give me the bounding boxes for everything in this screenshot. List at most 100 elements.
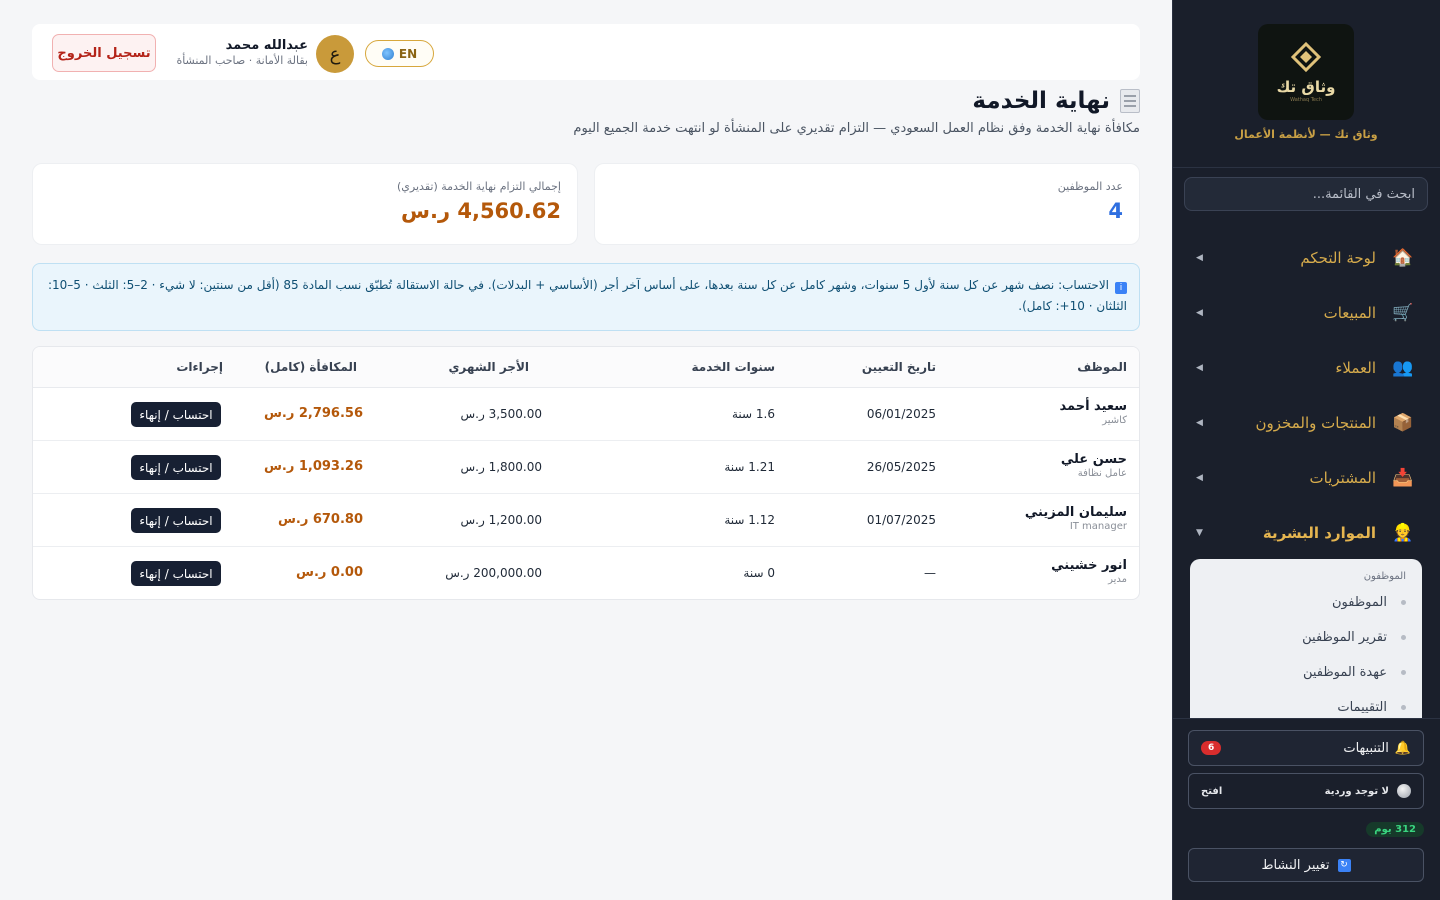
reward-cell: 1,093.26 ر.س: [263, 459, 363, 474]
sidebar-item-dashboard[interactable]: 🏠 لوحة التحكم ◀: [1184, 238, 1428, 278]
shift-status-label: لا توجد وردية: [1324, 785, 1389, 797]
table-row: حسن علي عامل نظافة 26/05/2025 1.21 سنة 1…: [33, 441, 1139, 494]
salary-cell: 1,800.00 ر.س: [460, 460, 542, 474]
service-years-cell: 1.6 سنة: [731, 407, 775, 421]
language-toggle-button[interactable]: EN: [365, 40, 434, 67]
submenu-item-employee-custody[interactable]: عهدة الموظفين: [1303, 665, 1406, 680]
switch-activity-button[interactable]: ↻ تغيير النشاط: [1188, 848, 1424, 882]
alerts-count-badge: 6: [1201, 741, 1222, 755]
total-liability-label: إجمالي التزام نهاية الخدمة (تقديري): [397, 180, 561, 193]
user-name: عبدالله محمد: [225, 38, 308, 53]
sidebar: وثاق تك Wathaq Tech وثاق تك — لأنظمة الأ…: [1172, 0, 1440, 900]
employee-role: عامل نظافة: [1077, 468, 1127, 479]
sidebar-item-label: المشتريات: [1309, 469, 1376, 487]
page-title: نهاية الخدمة: [972, 88, 1110, 114]
sidebar-item-products-inventory[interactable]: 📦 المنتجات والمخزون ◀: [1184, 403, 1428, 443]
employee-name[interactable]: انور خشيني: [1051, 558, 1127, 573]
submenu-item-label: تقرير الموظفين: [1302, 630, 1387, 645]
calculate-terminate-button[interactable]: احتساب / إنهاء: [131, 508, 221, 533]
submenu-item-evaluations[interactable]: التقييمات: [1337, 700, 1406, 715]
employee-name[interactable]: حسن علي: [1061, 452, 1127, 467]
logo-mark-icon: [1290, 41, 1322, 72]
sidebar-divider: [1172, 167, 1440, 168]
calculation-info-text: الاحتساب: نصف شهر عن كل سنة لأول 5 سنوات…: [47, 278, 1127, 313]
employee-cell: انور خشيني مدير: [1051, 558, 1127, 585]
header-service-years: سنوات الخدمة: [691, 360, 775, 374]
avatar[interactable]: ع: [316, 35, 354, 73]
employee-role: مدير: [1108, 574, 1127, 585]
submenu-group-title: الموظفون: [1363, 571, 1406, 582]
logo-subtext: Wathaq Tech: [1290, 96, 1322, 103]
top-header: تسجيل الخروج عبدالله محمد بقالة الأمانة …: [32, 24, 1140, 80]
service-years-cell: 1.21 سنة: [724, 460, 775, 474]
calculate-terminate-button[interactable]: احتساب / إنهاء: [131, 561, 221, 586]
users-icon: 👥: [1392, 358, 1414, 378]
employee-name[interactable]: سعيد أحمد: [1059, 399, 1127, 414]
worker-icon: 👷: [1392, 523, 1414, 543]
calculate-terminate-button[interactable]: احتساب / إنهاء: [131, 402, 221, 427]
sidebar-item-purchases[interactable]: 📥 المشتريات ◀: [1184, 458, 1428, 498]
submenu-item-employees-report[interactable]: تقرير الموظفين: [1302, 630, 1406, 645]
sidebar-item-label: الموارد البشرية: [1262, 524, 1376, 542]
sidebar-item-sales[interactable]: 🛒 المبيعات ◀: [1184, 293, 1428, 333]
chevron-left-icon: ◀: [1196, 473, 1203, 483]
chevron-left-icon: ◀: [1196, 418, 1203, 428]
user-role: بقالة الأمانة · صاحب المنشأة: [176, 54, 308, 67]
logout-button[interactable]: تسجيل الخروج: [52, 34, 156, 72]
table-row: سعيد أحمد كاشير 06/01/2025 1.6 سنة 3,500…: [33, 388, 1139, 441]
sidebar-item-customers[interactable]: 👥 العملاء ◀: [1184, 348, 1428, 388]
house-icon: 🏠: [1392, 248, 1414, 268]
hr-submenu: الموظفون الموظفون تقرير الموظفين عهدة ال…: [1190, 559, 1422, 719]
employees-count-card: عدد الموظفين 4: [594, 163, 1140, 245]
employee-cell: حسن علي عامل نظافة: [1061, 452, 1127, 479]
chevron-left-icon: ◀: [1196, 363, 1203, 373]
header-hire-date: تاريخ التعيين: [861, 360, 936, 374]
submenu-item-employees[interactable]: الموظفون: [1332, 595, 1406, 610]
page-title-row: نهاية الخدمة: [972, 88, 1140, 114]
subscription-days-badge: 312 يوم: [1366, 822, 1424, 837]
employees-count-value: 4: [1108, 199, 1123, 223]
calculate-terminate-button[interactable]: احتساب / إنهاء: [131, 455, 221, 480]
bullet-icon: [1401, 635, 1406, 640]
sidebar-search-input[interactable]: [1184, 177, 1428, 211]
bullet-icon: [1401, 670, 1406, 675]
chevron-down-icon: ▼: [1196, 528, 1203, 538]
employees-count-label: عدد الموظفين: [1057, 180, 1123, 193]
table-header: الموظف تاريخ التعيين سنوات الخدمة الأجر …: [33, 347, 1139, 388]
info-icon: i: [1115, 282, 1127, 294]
sidebar-item-label: المبيعات: [1323, 304, 1376, 322]
service-years-cell: 0 سنة: [743, 566, 775, 580]
alerts-button[interactable]: 🔔 التنبيهات 6: [1188, 730, 1424, 766]
language-label: EN: [398, 46, 418, 61]
employee-cell: سعيد أحمد كاشير: [1059, 399, 1127, 426]
sidebar-item-hr[interactable]: 👷 الموارد البشرية ▼: [1184, 513, 1428, 553]
header-actions: إجراءات: [176, 360, 223, 374]
submenu-item-label: الموظفون: [1332, 595, 1387, 610]
shift-status: لا توجد وردية افتح: [1188, 773, 1424, 809]
page-subtitle: مكافأة نهاية الخدمة وفق نظام العمل السعو…: [573, 121, 1140, 136]
tagline: وثاق تك — لأنظمة الأعمال: [1234, 128, 1378, 141]
hire-date-cell: 26/05/2025: [866, 460, 936, 474]
user-info: عبدالله محمد بقالة الأمانة · صاحب المنشأ…: [174, 38, 308, 67]
header-reward: المكافأة (كامل): [264, 360, 357, 374]
sidebar-divider: [1172, 718, 1440, 719]
sidebar-item-label: المنتجات والمخزون: [1255, 414, 1376, 432]
open-shift-button[interactable]: افتح: [1201, 786, 1222, 797]
sidebar-item-label: لوحة التحكم: [1300, 249, 1376, 267]
inbox-icon: 📥: [1392, 468, 1414, 488]
alerts-label: التنبيهات: [1343, 740, 1389, 756]
scroll-icon: [1120, 89, 1140, 113]
total-liability-card: إجمالي التزام نهاية الخدمة (تقديري) 4,56…: [32, 163, 578, 245]
header-monthly-salary: الأجر الشهري: [448, 360, 529, 374]
app-logo[interactable]: وثاق تك Wathaq Tech: [1258, 24, 1354, 120]
reward-cell: 0.00 ر.س: [296, 565, 363, 580]
bullet-icon: [1401, 600, 1406, 605]
chevron-left-icon: ◀: [1196, 308, 1203, 318]
eos-table: الموظف تاريخ التعيين سنوات الخدمة الأجر …: [32, 346, 1140, 600]
logo-text: وثاق تك: [1276, 77, 1336, 96]
salary-cell: 200,000.00 ر.س: [445, 566, 542, 580]
submenu-item-label: التقييمات: [1337, 700, 1387, 715]
switch-activity-label: تغيير النشاط: [1261, 857, 1330, 873]
employee-name[interactable]: سليمان المزيني: [1025, 505, 1127, 520]
hire-date-cell: 06/01/2025: [866, 407, 936, 421]
